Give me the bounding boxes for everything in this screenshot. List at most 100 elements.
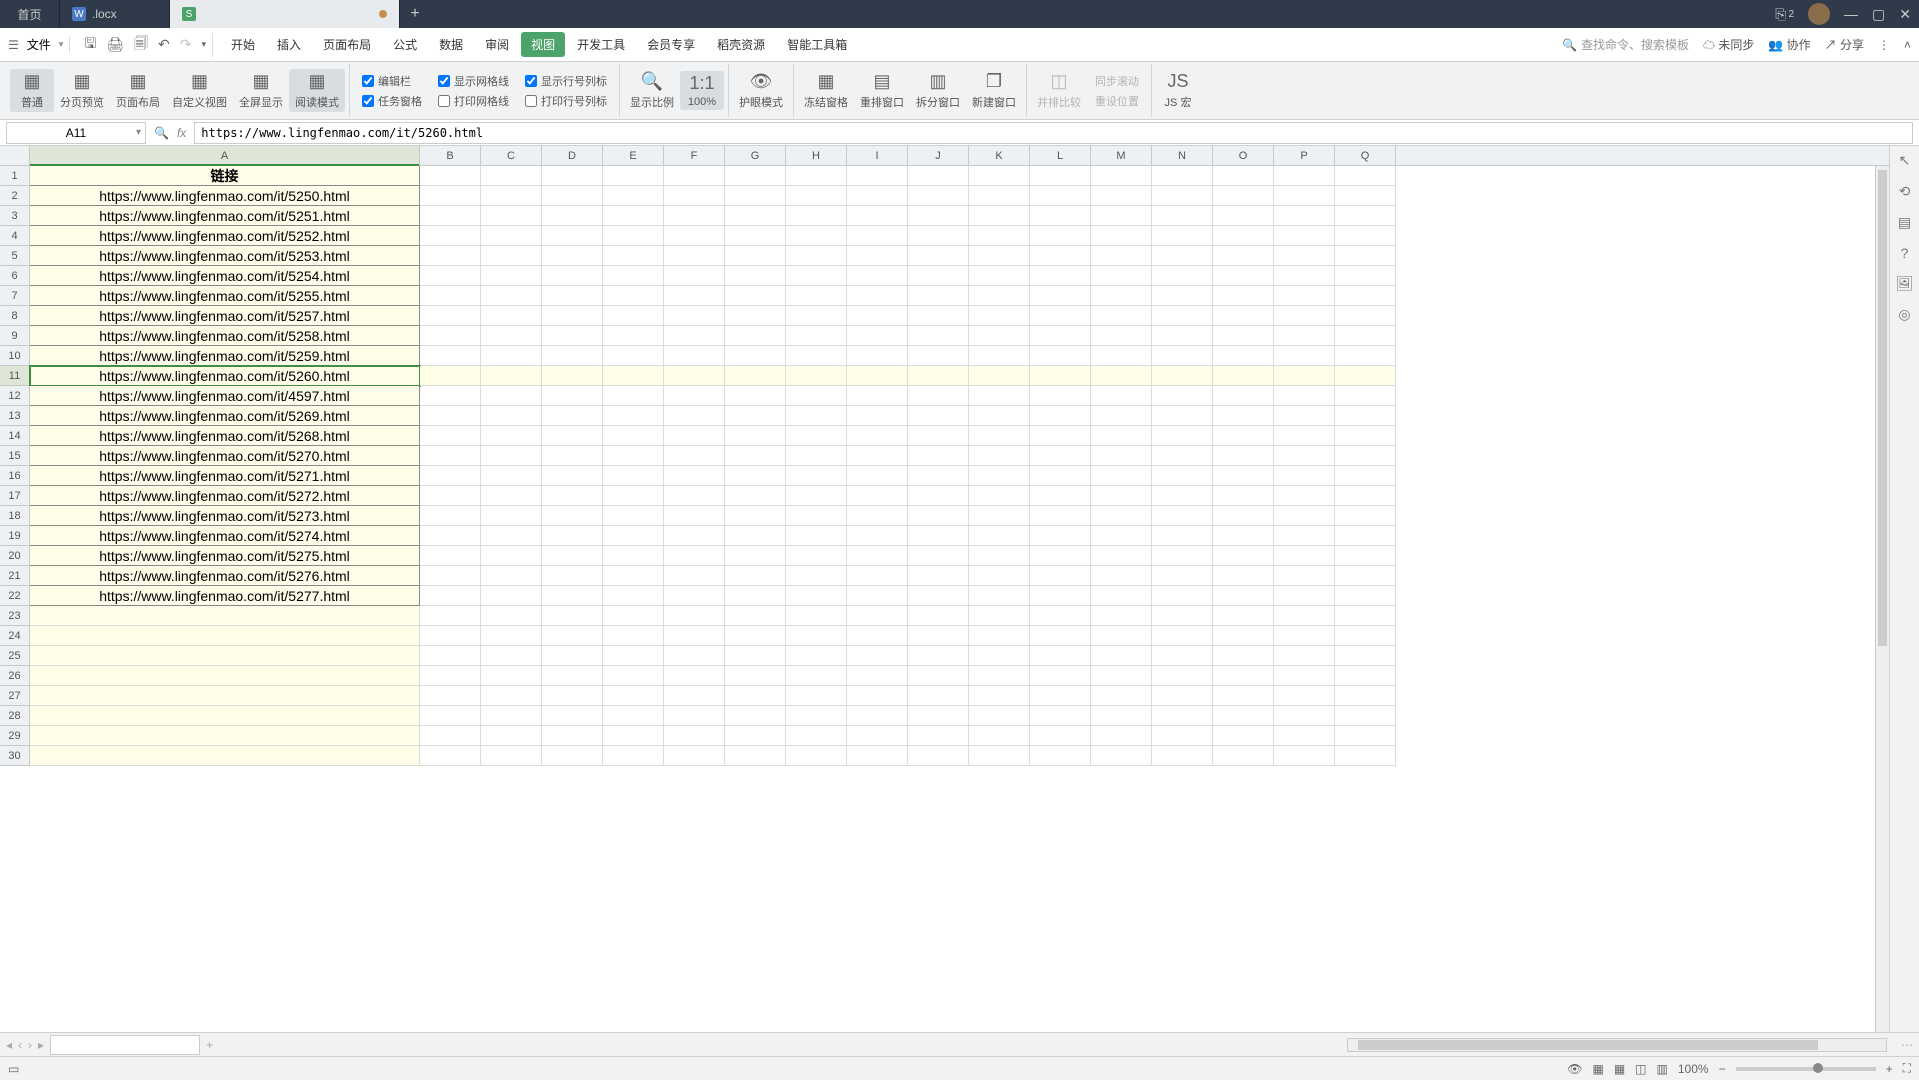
cell-G21[interactable] — [725, 566, 786, 586]
cell-E27[interactable] — [603, 686, 664, 706]
cell-J1[interactable] — [908, 166, 969, 186]
view-normal-icon[interactable]: ▦ — [1614, 1062, 1625, 1076]
cell-L18[interactable] — [1030, 506, 1091, 526]
col-header-P[interactable]: P — [1274, 146, 1335, 165]
cell-K10[interactable] — [969, 346, 1030, 366]
cell-J12[interactable] — [908, 386, 969, 406]
cell-O20[interactable] — [1213, 546, 1274, 566]
cell-I14[interactable] — [847, 426, 908, 446]
cell-Q20[interactable] — [1335, 546, 1396, 566]
cell-P20[interactable] — [1274, 546, 1335, 566]
share-button[interactable]: ↗ 分享 — [1825, 36, 1864, 53]
cell-M8[interactable] — [1091, 306, 1152, 326]
check-编辑栏[interactable]: 编辑栏 — [362, 73, 422, 89]
cell-F4[interactable] — [664, 226, 725, 246]
cell-M12[interactable] — [1091, 386, 1152, 406]
cell-E5[interactable] — [603, 246, 664, 266]
cell-B3[interactable] — [420, 206, 481, 226]
cell-N15[interactable] — [1152, 446, 1213, 466]
cell-A27[interactable] — [30, 686, 420, 706]
cell-C7[interactable] — [481, 286, 542, 306]
sheet-next-icon[interactable]: › — [28, 1038, 32, 1052]
cell-I13[interactable] — [847, 406, 908, 426]
cell-B12[interactable] — [420, 386, 481, 406]
zoom-out-icon[interactable]: − — [1719, 1062, 1726, 1076]
cell-A20[interactable]: https://www.lingfenmao.com/it/5275.html — [30, 546, 420, 566]
cell-M28[interactable] — [1091, 706, 1152, 726]
grid[interactable]: 1链接2https://www.lingfenmao.com/it/5250.h… — [0, 166, 1889, 1032]
cell-Q2[interactable] — [1335, 186, 1396, 206]
cell-O18[interactable] — [1213, 506, 1274, 526]
col-header-Q[interactable]: Q — [1335, 146, 1396, 165]
cell-K8[interactable] — [969, 306, 1030, 326]
row-header[interactable]: 16 — [0, 466, 30, 486]
cell-E25[interactable] — [603, 646, 664, 666]
cell-Q27[interactable] — [1335, 686, 1396, 706]
cell-O12[interactable] — [1213, 386, 1274, 406]
cell-G29[interactable] — [725, 726, 786, 746]
cell-E11[interactable] — [603, 366, 664, 386]
cell-J27[interactable] — [908, 686, 969, 706]
cell-G7[interactable] — [725, 286, 786, 306]
cell-K9[interactable] — [969, 326, 1030, 346]
cell-A24[interactable] — [30, 626, 420, 646]
cell-F24[interactable] — [664, 626, 725, 646]
row-header[interactable]: 24 — [0, 626, 30, 646]
cell-N2[interactable] — [1152, 186, 1213, 206]
view-read-icon[interactable]: ▦ — [1592, 1062, 1603, 1076]
cell-H30[interactable] — [786, 746, 847, 766]
cell-O13[interactable] — [1213, 406, 1274, 426]
settings-panel-icon[interactable]: ⟲ — [1899, 183, 1911, 200]
cell-F5[interactable] — [664, 246, 725, 266]
row-header[interactable]: 13 — [0, 406, 30, 426]
cell-A12[interactable]: https://www.lingfenmao.com/it/4597.html — [30, 386, 420, 406]
cell-N6[interactable] — [1152, 266, 1213, 286]
cell-K22[interactable] — [969, 586, 1030, 606]
cell-Q10[interactable] — [1335, 346, 1396, 366]
cell-D8[interactable] — [542, 306, 603, 326]
more-icon[interactable]: ⋮ — [1878, 38, 1890, 52]
undo-icon[interactable]: ↶ — [158, 36, 170, 53]
cell-J15[interactable] — [908, 446, 969, 466]
cell-O9[interactable] — [1213, 326, 1274, 346]
cell-Q7[interactable] — [1335, 286, 1396, 306]
cell-N5[interactable] — [1152, 246, 1213, 266]
cell-N1[interactable] — [1152, 166, 1213, 186]
cell-A26[interactable] — [30, 666, 420, 686]
col-header-A[interactable]: A — [30, 146, 420, 165]
cell-A19[interactable]: https://www.lingfenmao.com/it/5274.html — [30, 526, 420, 546]
cell-G15[interactable] — [725, 446, 786, 466]
row-header[interactable]: 19 — [0, 526, 30, 546]
cell-J21[interactable] — [908, 566, 969, 586]
cell-B16[interactable] — [420, 466, 481, 486]
cell-N12[interactable] — [1152, 386, 1213, 406]
cell-P13[interactable] — [1274, 406, 1335, 426]
cell-E1[interactable] — [603, 166, 664, 186]
col-header-E[interactable]: E — [603, 146, 664, 165]
cell-K4[interactable] — [969, 226, 1030, 246]
cell-D2[interactable] — [542, 186, 603, 206]
cell-F22[interactable] — [664, 586, 725, 606]
cell-H25[interactable] — [786, 646, 847, 666]
cell-A2[interactable]: https://www.lingfenmao.com/it/5250.html — [30, 186, 420, 206]
cell-N8[interactable] — [1152, 306, 1213, 326]
cell-F30[interactable] — [664, 746, 725, 766]
cell-H11[interactable] — [786, 366, 847, 386]
check-任务窗格[interactable]: 任务窗格 — [362, 93, 422, 109]
zoom-in-icon[interactable]: + — [1886, 1062, 1893, 1076]
cell-B9[interactable] — [420, 326, 481, 346]
cell-H3[interactable] — [786, 206, 847, 226]
view-eye-icon[interactable]: 👁 — [1567, 1062, 1582, 1076]
cell-I6[interactable] — [847, 266, 908, 286]
cell-H18[interactable] — [786, 506, 847, 526]
cell-G5[interactable] — [725, 246, 786, 266]
cell-M27[interactable] — [1091, 686, 1152, 706]
cell-H26[interactable] — [786, 666, 847, 686]
cell-C9[interactable] — [481, 326, 542, 346]
cell-Q3[interactable] — [1335, 206, 1396, 226]
cell-J16[interactable] — [908, 466, 969, 486]
row-header[interactable]: 20 — [0, 546, 30, 566]
menu-开始[interactable]: 开始 — [221, 32, 265, 57]
cell-N21[interactable] — [1152, 566, 1213, 586]
cell-D4[interactable] — [542, 226, 603, 246]
